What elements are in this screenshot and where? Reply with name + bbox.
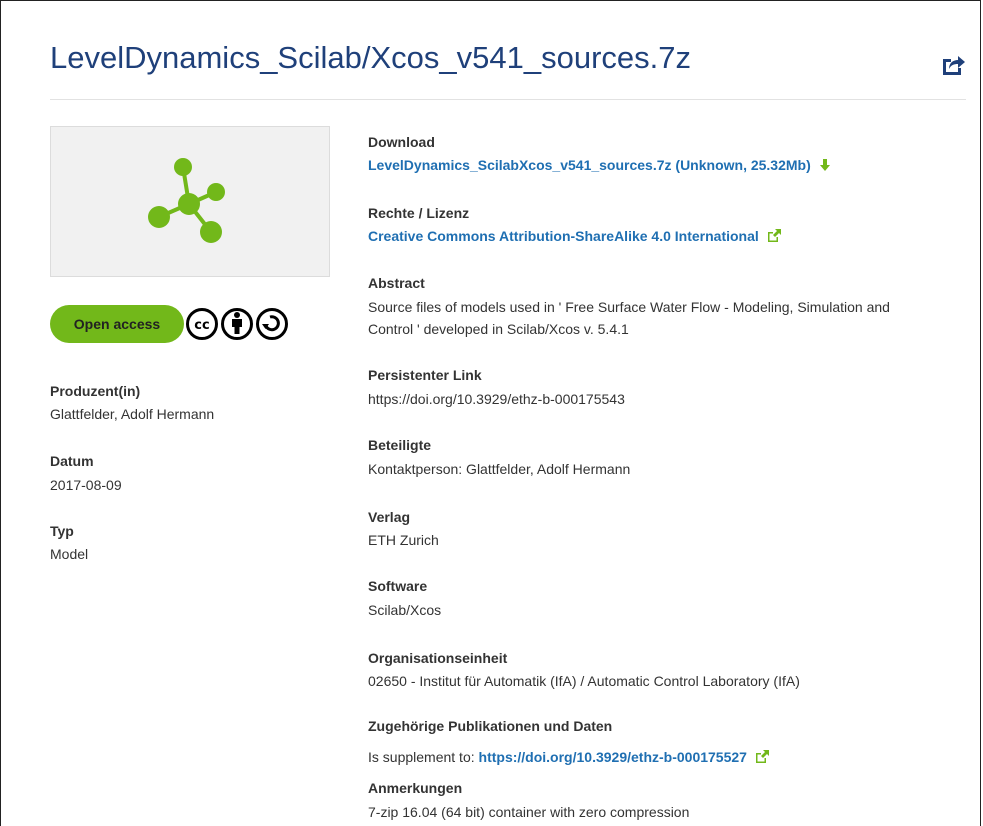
- svg-text:cc: cc: [194, 318, 209, 333]
- related-label: Zugehörige Publikationen und Daten: [368, 718, 613, 734]
- type-value: Model: [50, 546, 89, 562]
- download-arrow-icon: [819, 159, 830, 171]
- org-unit-value: 02650 - Institut für Automatik (IfA) / A…: [368, 673, 800, 689]
- abstract-label: Abstract: [368, 275, 425, 291]
- date-value: 2017-08-09: [50, 477, 122, 493]
- publisher-value: ETH Zurich: [368, 532, 439, 548]
- contributors-value: Kontaktperson: Glattfelder, Adolf Herman…: [368, 461, 631, 477]
- cc-by-sa-icon[interactable]: cc: [185, 306, 291, 342]
- title-divider: [50, 99, 966, 100]
- abstract-line-1: Source files of models used in ' Free Su…: [368, 299, 890, 315]
- related-link[interactable]: https://doi.org/10.3929/ethz-b-000175527: [479, 749, 747, 765]
- publisher-label: Verlag: [368, 509, 411, 525]
- external-link-icon: [767, 229, 781, 242]
- open-access-badge[interactable]: Open access: [50, 305, 184, 343]
- rights-label: Rechte / Lizenz: [368, 205, 470, 221]
- share-icon[interactable]: [940, 52, 966, 76]
- persistent-link-label: Persistenter Link: [368, 367, 482, 383]
- related-prefix: Is supplement to:: [368, 749, 475, 765]
- contributors-label: Beteiligte: [368, 437, 432, 453]
- abstract-line-2: Control ' developed in Scilab/Xcos v. 5.…: [368, 321, 629, 337]
- software-label: Software: [368, 578, 428, 594]
- date-label: Datum: [50, 453, 94, 469]
- page-title: LevelDynamics_Scilab/Xcos_v541_sources.7…: [50, 40, 691, 75]
- dataset-molecule-icon: [148, 158, 225, 243]
- org-unit-label: Organisationseinheit: [368, 650, 508, 666]
- download-link[interactable]: LevelDynamics_ScilabXcos_v541_sources.7z…: [368, 157, 811, 173]
- persistent-link-value: https://doi.org/10.3929/ethz-b-000175543: [368, 391, 625, 407]
- notes-label: Anmerkungen: [368, 780, 463, 796]
- external-link-icon: [755, 750, 769, 763]
- type-label: Typ: [50, 523, 74, 539]
- notes-value: 7-zip 16.04 (64 bit) container with zero…: [368, 804, 690, 820]
- producer-label: Produzent(in): [50, 383, 141, 399]
- software-value: Scilab/Xcos: [368, 602, 442, 618]
- producer-value: Glattfelder, Adolf Hermann: [50, 406, 215, 422]
- thumbnail: [50, 126, 330, 277]
- license-link[interactable]: Creative Commons Attribution-ShareAlike …: [368, 228, 759, 244]
- download-label: Download: [368, 134, 435, 150]
